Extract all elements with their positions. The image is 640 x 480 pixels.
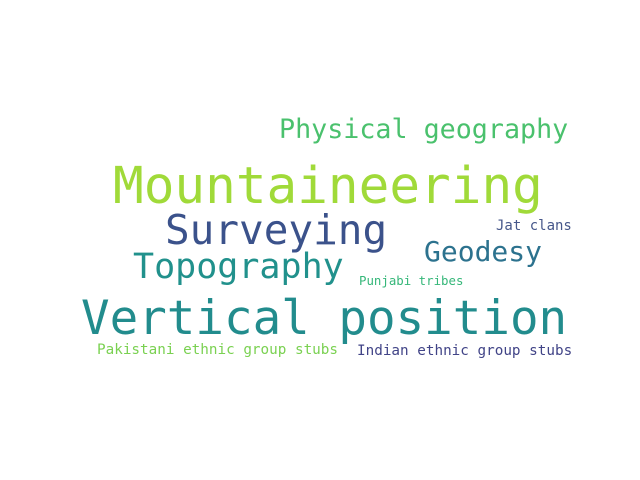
word-jat-clans: Jat clans bbox=[496, 218, 572, 234]
word-indian-ethnic-group-stubs: Indian ethnic group stubs bbox=[357, 343, 573, 359]
word-surveying: Surveying bbox=[165, 206, 388, 254]
word-geodesy: Geodesy bbox=[424, 235, 543, 268]
word-punjabi-tribes: Punjabi tribes bbox=[359, 273, 464, 288]
word-physical-geography: Physical geography bbox=[279, 114, 569, 145]
word-vertical-position: Vertical position bbox=[81, 291, 568, 346]
word-mountaineering: Mountaineering bbox=[113, 157, 543, 216]
word-pakistani-ethnic-group-stubs: Pakistani ethnic group stubs bbox=[97, 342, 339, 358]
word-topography: Topography bbox=[133, 247, 344, 287]
